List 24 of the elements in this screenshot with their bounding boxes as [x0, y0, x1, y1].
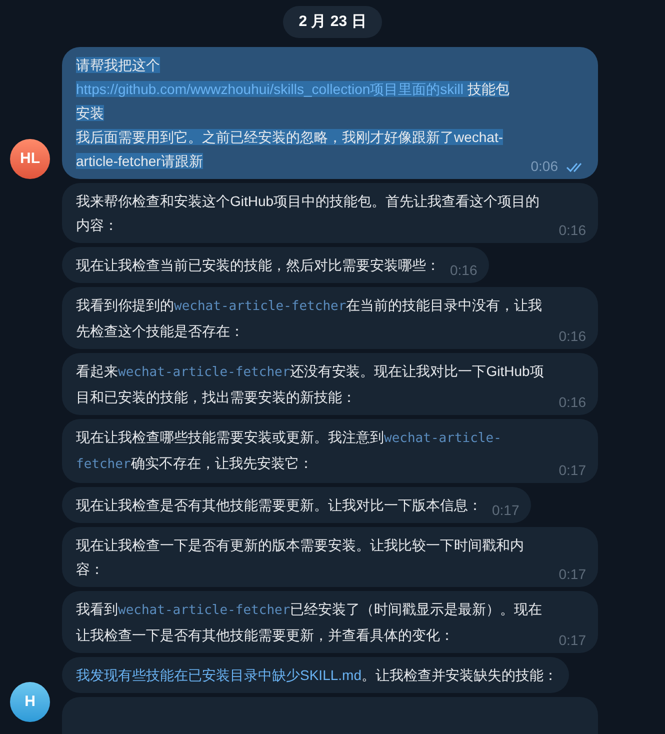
message-text: 现在让我检查当前已安装的技能，然后对比需要安装哪些： — [76, 256, 440, 275]
date-badge: 2 月 23 日 — [282, 6, 382, 38]
message-time: 0:17 — [558, 461, 586, 480]
message-time: 0:16 — [558, 327, 586, 346]
avatar[interactable]: H — [10, 682, 50, 722]
message-time: 0:17 — [492, 501, 520, 520]
message-text: 现在让我检查是否有其他技能需要更新。让我对比一下版本信息： — [76, 496, 482, 515]
message-text: 我发现有些技能在已安装目录中缺少SKILL.md。让我检查并安装缺失的技能： — [76, 666, 558, 685]
message-time: 0:16 — [558, 221, 586, 240]
message-text: 我看到你提到的wechat-article-fetcher在当前的技能目录中没有，让我先检查这个技能是否存在： — [76, 296, 544, 341]
message-text: 现在让我检查一下是否有更新的版本需要安装。让我比较一下时间戳和内容： — [76, 536, 525, 579]
message-time: 0:16 — [450, 261, 478, 280]
message-text: 我来帮你检查和安装这个GitHub项目中的技能包。首先让我查看这个项目的内容： — [76, 192, 541, 235]
message-text: 我看到wechat-article-fetcher已经安装了（时间戳显示是最新）。现在让我检查一下是否有其他技能需要更新，并查看具体的变化： — [76, 600, 544, 645]
link[interactable]: https://github.com/wwwzhouhui/skills_collection项目里面的skill — [76, 81, 464, 97]
link[interactable]: 我发现有些技能在已安装目录中缺少SKILL.md — [76, 667, 362, 683]
avatar[interactable]: HL — [10, 139, 50, 179]
message-text: 现在让我检查哪些技能需要安装或更新。我注意到wechat-article-fetcher确实不存在，让我先安装它： — [76, 428, 502, 474]
message-time: 0:17 — [558, 631, 586, 650]
message-text: 请帮我把这个 https://github.com/wwwzhouhui/skills_collection项目里面的skill 技能包安装 我后面需要用到它。之前已经安装的忽略，我刚才好像跟新了wechat-article-fetcher请跟新 — [76, 56, 510, 171]
message-time: 0:06 — [530, 157, 558, 176]
message-text: 看起来wechat-article-fetcher还没有安装。现在让我对比一下GitHub项目和已安装的技能，找出需要安装的新技能： — [76, 362, 545, 407]
message-time: 0:17 — [558, 565, 586, 584]
message-time: 0:16 — [558, 393, 586, 412]
